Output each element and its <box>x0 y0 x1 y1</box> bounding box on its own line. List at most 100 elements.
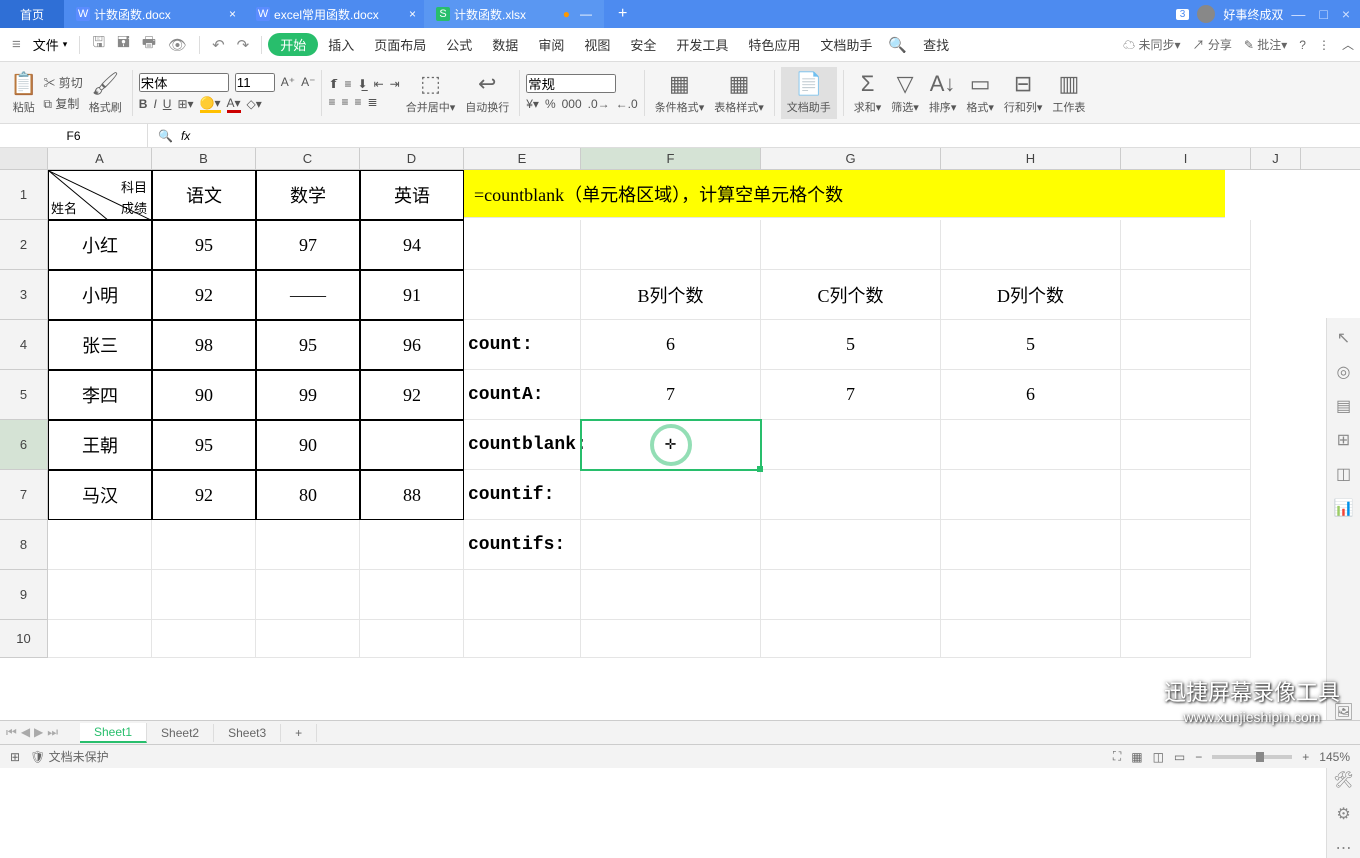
tab-insert[interactable]: 插入 <box>318 35 364 54</box>
yellow-banner[interactable]: =countblank（单元格区域），计算空单元格个数 <box>464 170 1225 218</box>
print-icon[interactable]: 🖶 <box>136 32 162 57</box>
font-size-input[interactable] <box>235 73 275 92</box>
indent-right-icon[interactable]: ⇥ <box>390 77 400 91</box>
align-center-icon[interactable]: ≡ <box>341 95 348 109</box>
decrease-font-icon[interactable]: A⁻ <box>301 75 315 89</box>
cell[interactable] <box>761 620 941 658</box>
cell[interactable] <box>761 570 941 620</box>
font-family-input[interactable] <box>139 73 229 92</box>
cell[interactable]: 80 <box>256 470 360 520</box>
zoom-level[interactable]: 145% <box>1319 750 1350 764</box>
cell[interactable]: countblank: <box>464 420 581 470</box>
sheet-tab-1[interactable]: Sheet1 <box>80 723 147 743</box>
cell[interactable] <box>152 570 256 620</box>
zoom-selection-icon[interactable]: 🔍 <box>158 129 173 143</box>
layout-icon[interactable]: ▤ <box>1336 396 1351 416</box>
row-header-7[interactable]: 7 <box>0 470 48 520</box>
print-preview-icon[interactable]: 👁 <box>162 36 193 54</box>
settings-icon[interactable]: ⚙ <box>1336 804 1350 824</box>
cell[interactable]: 95 <box>152 220 256 270</box>
cell[interactable]: 王朝 <box>48 420 152 470</box>
border-button[interactable]: ⊞▾ <box>177 97 193 111</box>
cell[interactable]: countif: <box>464 470 581 520</box>
cell[interactable]: count: <box>464 320 581 370</box>
doc-tab-1[interactable]: W excel常用函数.docx × <box>244 0 424 28</box>
tab-data[interactable]: 数据 <box>482 35 528 54</box>
new-tab-button[interactable]: + <box>604 5 641 23</box>
save-icon[interactable]: 🖫 <box>86 32 111 57</box>
maximize-icon[interactable]: □ <box>1319 6 1327 22</box>
cell[interactable] <box>761 220 941 270</box>
italic-button[interactable]: I <box>153 97 156 111</box>
add-sheet-button[interactable]: + <box>281 724 317 742</box>
cell[interactable] <box>1121 420 1251 470</box>
cell[interactable] <box>464 270 581 320</box>
cell[interactable]: 95 <box>256 320 360 370</box>
zoom-slider[interactable] <box>1212 755 1292 759</box>
selected-cell-f6[interactable]: ✛ <box>581 420 761 470</box>
cell[interactable]: 95 <box>152 420 256 470</box>
row-header-2[interactable]: 2 <box>0 220 48 270</box>
cell[interactable]: 88 <box>360 470 464 520</box>
cell[interactable]: 6 <box>581 320 761 370</box>
cell[interactable] <box>360 570 464 620</box>
cell[interactable] <box>256 570 360 620</box>
view-reading-icon[interactable]: ▭ <box>1174 750 1185 764</box>
cell[interactable] <box>941 220 1121 270</box>
cell[interactable]: countA: <box>464 370 581 420</box>
col-header-c[interactable]: C <box>256 148 360 169</box>
name-box-input[interactable] <box>8 129 139 143</box>
tab-nav-next-icon[interactable]: ▶ <box>34 725 43 740</box>
cell[interactable] <box>48 570 152 620</box>
cell[interactable] <box>1121 520 1251 570</box>
cell[interactable] <box>941 520 1121 570</box>
cell[interactable]: 马汉 <box>48 470 152 520</box>
cell[interactable] <box>464 220 581 270</box>
sheet-tab-2[interactable]: Sheet2 <box>147 724 214 742</box>
row-header-9[interactable]: 9 <box>0 570 48 620</box>
cell[interactable] <box>464 620 581 658</box>
cell[interactable] <box>761 420 941 470</box>
row-header-1[interactable]: 1 <box>0 170 48 220</box>
tab-layout[interactable]: 页面布局 <box>364 35 436 54</box>
cell[interactable] <box>1121 270 1251 320</box>
cell-d1[interactable]: 英语 <box>360 170 464 220</box>
tab-review[interactable]: 审阅 <box>528 35 574 54</box>
cell[interactable] <box>581 570 761 620</box>
row-header-6[interactable]: 6 <box>0 420 48 470</box>
cell[interactable]: 92 <box>152 270 256 320</box>
cell[interactable]: 张三 <box>48 320 152 370</box>
sync-button[interactable]: ☁ 未同步▾ <box>1123 36 1180 53</box>
paste-group[interactable]: 📋 粘贴 <box>6 71 41 115</box>
cell[interactable]: 94 <box>360 220 464 270</box>
search-icon[interactable]: 🔍 <box>882 36 913 54</box>
merge-group[interactable]: ⬚ 合并居中▾ <box>402 71 460 115</box>
col-header-a[interactable]: A <box>48 148 152 169</box>
doc-tab-0[interactable]: W 计数函数.docx × <box>64 0 244 28</box>
col-header-e[interactable]: E <box>464 148 581 169</box>
close-icon[interactable]: — <box>580 7 592 21</box>
cell-c1[interactable]: 数学 <box>256 170 360 220</box>
helper-group[interactable]: 📄 文档助手 <box>781 67 837 119</box>
cell[interactable] <box>1121 320 1251 370</box>
worksheet-group[interactable]: ▥ 工作表 <box>1048 71 1089 115</box>
row-header-8[interactable]: 8 <box>0 520 48 570</box>
format-painter-group[interactable]: 🖌 格式刷 <box>85 71 126 115</box>
avatar[interactable] <box>1197 5 1215 23</box>
tab-start[interactable]: 开始 <box>268 33 318 56</box>
cell[interactable] <box>941 620 1121 658</box>
cell[interactable]: B列个数 <box>581 270 761 320</box>
formula-input[interactable] <box>198 129 1350 143</box>
col-header-g[interactable]: G <box>761 148 941 169</box>
align-right-icon[interactable]: ≡ <box>354 95 361 109</box>
row-header-5[interactable]: 5 <box>0 370 48 420</box>
annotate-button[interactable]: ✎ 批注▾ <box>1244 36 1287 53</box>
cell[interactable] <box>256 620 360 658</box>
cell[interactable]: 91 <box>360 270 464 320</box>
wrap-group[interactable]: ↩ 自动换行 <box>461 71 513 115</box>
cell[interactable] <box>941 570 1121 620</box>
components-icon[interactable]: ◫ <box>1336 464 1351 484</box>
row-header-10[interactable]: 10 <box>0 620 48 658</box>
cell[interactable]: 90 <box>256 420 360 470</box>
fx-icon[interactable]: fx <box>181 129 190 143</box>
